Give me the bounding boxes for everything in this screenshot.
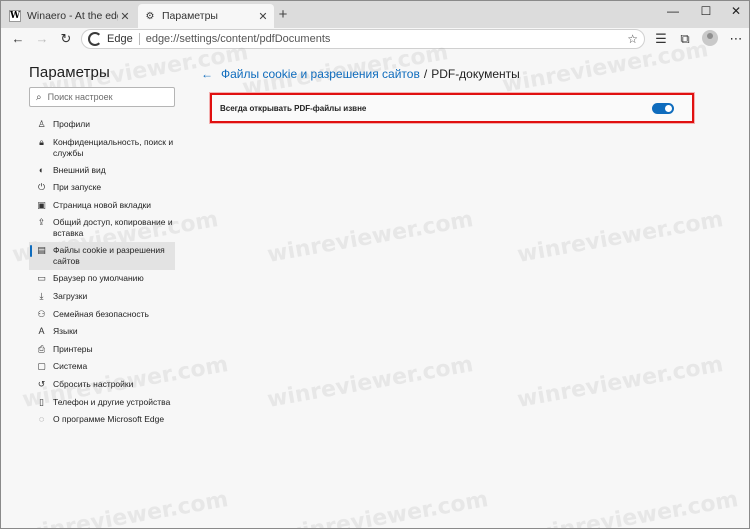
maximize-button[interactable]: ☐ <box>691 1 721 23</box>
avatar[interactable] <box>702 30 718 46</box>
breadcrumb-current: PDF-документы <box>431 67 520 81</box>
address-bar[interactable]: Edge edge://settings/content/pdfDocument… <box>81 29 645 49</box>
sidebar-item-label: Общий доступ, копирование и вставка <box>53 217 173 239</box>
favorite-star-icon[interactable]: ☆ <box>627 32 638 46</box>
settings-sidebar: Параметры ⌕ ♙ Профили 🔒︎ Конфиденциальност… <box>29 64 179 429</box>
sidebar-item-label: Языки <box>53 326 78 337</box>
watermark: winreviewer.com <box>265 352 476 413</box>
sidebar-item-label: Сбросить настройки <box>53 378 134 389</box>
site-label: Edge <box>107 33 133 45</box>
new-tab-button[interactable]: + <box>274 6 292 24</box>
sidebar-item-label: Система <box>53 361 88 372</box>
sidebar-item-phone[interactable]: ▯ Телефон и другие устройства <box>29 394 175 412</box>
more-menu-icon[interactable]: ⋯ <box>727 30 745 48</box>
phone-icon: ▯ <box>39 396 44 407</box>
always-open-pdf-externally-toggle[interactable] <box>652 102 674 114</box>
tab-strip: W Winaero - At the edge of tweaking ✕ ⚙ … <box>1 1 749 28</box>
sidebar-item-label: Браузер по умолчанию <box>53 273 144 284</box>
system-icon: ▢ <box>37 361 46 372</box>
edge-icon: ◌ <box>38 414 45 425</box>
download-icon: ⤓ <box>39 290 44 301</box>
tab-winaero[interactable]: W Winaero - At the edge of tweaking ✕ <box>5 4 136 28</box>
sidebar-item-label: Семейная безопасность <box>53 308 149 319</box>
sidebar-item-languages[interactable]: A Языки <box>29 323 175 341</box>
sidebar-item-profiles[interactable]: ♙ Профили <box>29 116 175 134</box>
browser-window: W Winaero - At the edge of tweaking ✕ ⚙ … <box>0 0 750 529</box>
watermark: winreviewer.com <box>265 207 476 268</box>
winaero-favicon-icon: W <box>9 10 21 22</box>
sidebar-item-system[interactable]: ▢ Система <box>29 358 175 376</box>
tab-title: Параметры <box>162 10 218 22</box>
sidebar-item-label: Конфиденциальность, поиск и службы <box>53 136 174 158</box>
profile-icon: ♙ <box>37 119 46 129</box>
cookie-icon: ▤ <box>37 245 46 256</box>
sidebar-item-about[interactable]: ◌ О программе Microsoft Edge <box>29 411 175 429</box>
watermark: winreviewer.com <box>515 352 726 413</box>
sidebar-item-cookies[interactable]: ▤ Файлы cookie и разрешения сайтов <box>29 242 175 271</box>
sidebar-item-label: Файлы cookie и разрешения сайтов <box>53 245 165 267</box>
sidebar-item-label: Внешний вид <box>53 164 106 175</box>
setting-label: Всегда открывать PDF-файлы извне <box>220 103 367 113</box>
family-icon: ⚇ <box>37 308 46 319</box>
toolbar: ← → ↻ Edge edge://settings/content/pdfDo… <box>1 28 749 50</box>
sidebar-item-reset[interactable]: ↺ Сбросить настройки <box>29 376 175 394</box>
settings-main: ← Файлы cookie и разрешения сайтов / PDF… <box>201 67 701 123</box>
search-box[interactable]: ⌕ <box>29 87 175 107</box>
sidebar-item-privacy[interactable]: 🔒︎ Конфиденциальность, поиск и службы <box>29 134 175 162</box>
sidebar-item-label: Принтеры <box>53 343 93 354</box>
breadcrumb: ← Файлы cookie и разрешения сайтов / PDF… <box>201 67 701 81</box>
gear-icon: ⚙ <box>145 10 155 22</box>
sidebar-item-share[interactable]: ⇪ Общий доступ, копирование и вставка <box>29 214 175 242</box>
settings-page: winreviewer.com winreviewer.com winrevie… <box>1 37 749 529</box>
page-title: Параметры <box>29 64 110 81</box>
palette-icon: ◐ <box>38 164 45 175</box>
sidebar-item-downloads[interactable]: ⤓ Загрузки <box>29 288 175 306</box>
close-window-button[interactable]: ✕ <box>721 1 749 23</box>
tab-settings[interactable]: ⚙ Параметры ✕ <box>138 4 274 28</box>
reset-icon: ↺ <box>37 378 46 389</box>
sidebar-item-label: Профили <box>53 119 91 129</box>
url-text[interactable]: edge://settings/content/pdfDocuments <box>146 33 331 45</box>
sidebar-item-family[interactable]: ⚇ Семейная безопасность <box>29 306 175 324</box>
favorites-icon[interactable]: ☰ <box>652 30 670 48</box>
pdf-setting-row: Всегда открывать PDF-файлы извне <box>210 93 694 123</box>
sidebar-item-printers[interactable]: ⎙ Принтеры <box>29 341 175 359</box>
minimize-button[interactable]: — <box>658 1 688 23</box>
forward-button[interactable]: → <box>33 30 51 48</box>
sidebar-item-newtab[interactable]: ▣ Страница новой вкладки <box>29 197 175 215</box>
search-input[interactable] <box>47 92 166 102</box>
breadcrumb-parent-link[interactable]: Файлы cookie и разрешения сайтов <box>221 67 420 81</box>
browser-icon: ▭ <box>37 273 46 284</box>
sidebar-item-default-browser[interactable]: ▭ Браузер по умолчанию <box>29 270 175 288</box>
language-icon: A <box>38 326 45 337</box>
watermark: winreviewer.com <box>20 487 231 529</box>
back-button[interactable]: ← <box>9 30 27 48</box>
back-arrow-icon[interactable]: ← <box>201 67 213 81</box>
collections-icon[interactable]: ⧉ <box>676 30 694 48</box>
sidebar-item-label: При запуске <box>53 182 102 193</box>
sidebar-item-appearance[interactable]: ◐ Внешний вид <box>29 162 175 180</box>
watermark: winreviewer.com <box>530 487 741 529</box>
sidebar-item-label: Загрузки <box>53 290 88 301</box>
close-tab-icon[interactable]: ✕ <box>256 10 270 23</box>
share-icon: ⇪ <box>37 217 46 228</box>
tab-title: Winaero - At the edge of tweaking <box>27 10 118 22</box>
watermark: winreviewer.com <box>515 207 726 268</box>
sidebar-item-startup[interactable]: ⏻ При запуске <box>29 179 175 197</box>
newtab-icon: ▣ <box>37 199 46 210</box>
sidebar-item-label: О программе Microsoft Edge <box>53 414 165 425</box>
printer-icon: ⎙ <box>37 343 46 354</box>
lock-icon: 🔒︎ <box>39 136 44 147</box>
search-icon: ⌕ <box>36 91 42 103</box>
breadcrumb-separator: / <box>423 67 428 81</box>
power-icon: ⏻ <box>37 182 46 193</box>
sidebar-item-label: Телефон и другие устройства <box>53 396 171 407</box>
sidebar-item-label: Страница новой вкладки <box>53 199 152 210</box>
divider <box>138 33 140 45</box>
watermark: winreviewer.com <box>280 487 491 529</box>
close-tab-icon[interactable]: ✕ <box>118 10 132 23</box>
edge-icon <box>88 32 102 46</box>
refresh-button[interactable]: ↻ <box>57 30 75 48</box>
settings-nav: ♙ Профили 🔒︎ Конфиденциальность, поиск и с… <box>29 116 179 429</box>
